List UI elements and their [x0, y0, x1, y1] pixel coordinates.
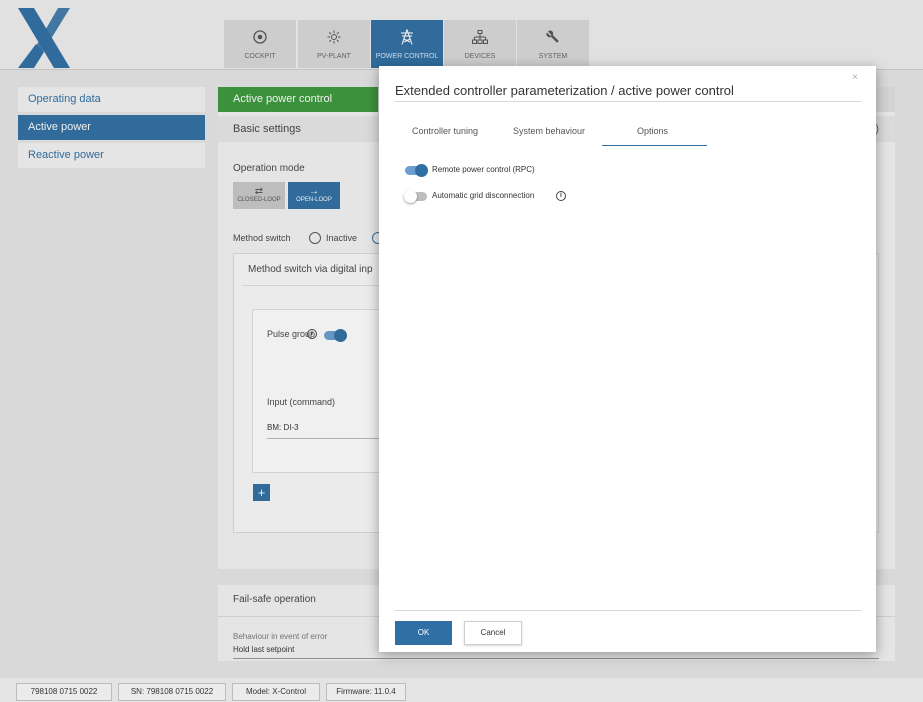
- close-icon[interactable]: ×: [852, 72, 858, 83]
- grid-disconnection-label: Automatic grid disconnection: [432, 191, 535, 200]
- divider: [395, 610, 861, 611]
- tab-system-behaviour[interactable]: System behaviour: [513, 126, 585, 136]
- divider: [395, 101, 861, 102]
- tab-options[interactable]: Options: [637, 126, 668, 136]
- grid-disconnection-toggle[interactable]: [404, 190, 427, 203]
- rpc-label: Remote power control (RPC): [432, 165, 535, 174]
- cancel-button[interactable]: Cancel: [464, 621, 522, 645]
- info-icon[interactable]: i: [556, 191, 566, 201]
- dialog-title: Extended controller parameterization / a…: [395, 83, 734, 98]
- extended-controller-dialog: × Extended controller parameterization /…: [379, 66, 876, 652]
- tab-controller-tuning[interactable]: Controller tuning: [412, 126, 478, 136]
- ok-button[interactable]: OK: [395, 621, 452, 645]
- rpc-toggle[interactable]: [405, 164, 428, 177]
- active-tab-indicator: [602, 145, 707, 146]
